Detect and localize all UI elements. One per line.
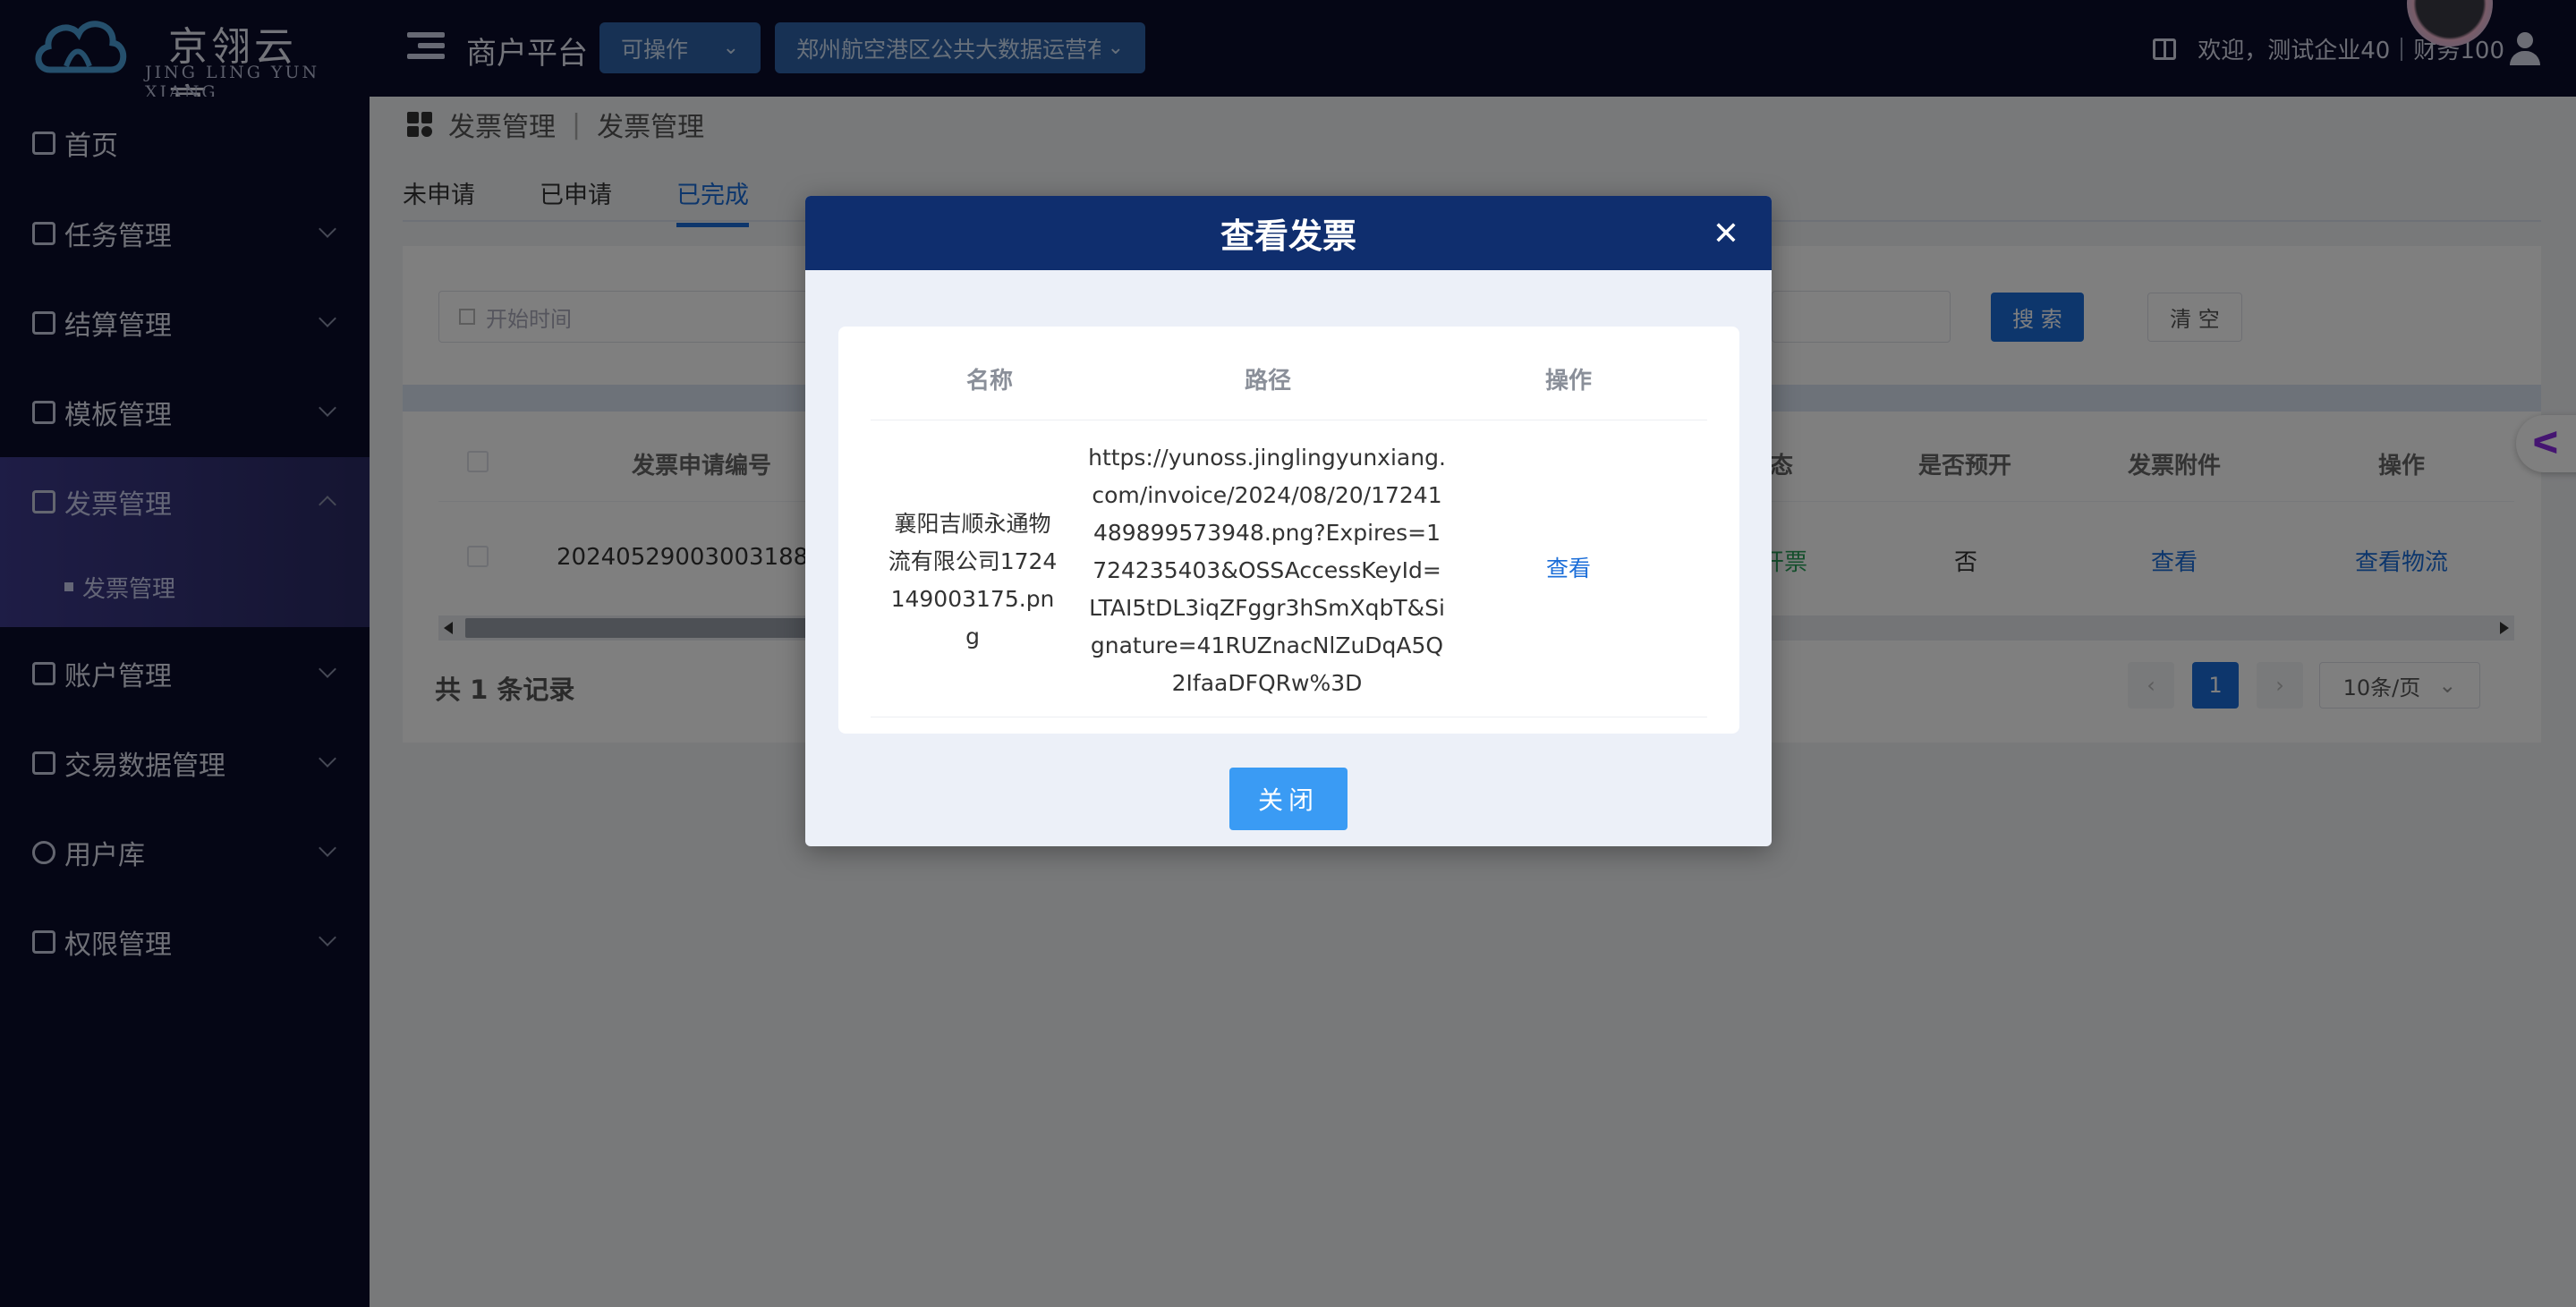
modal-title: 查看发票	[1220, 216, 1356, 256]
file-name-cell: 襄阳吉顺永通物流有限公司1724149003175.png	[888, 511, 1058, 649]
view-file-link[interactable]: 查看	[1515, 550, 1622, 588]
file-path-cell: https://yunoss.jinglingyunxiang.com/invo…	[1088, 445, 1446, 696]
col-path: 路径	[1244, 368, 1291, 395]
close-icon[interactable]: ✕	[1713, 216, 1739, 252]
col-op: 操作	[1544, 368, 1592, 395]
view-invoice-modal: 查看发票 ✕ 名称 路径 操作 襄阳吉顺永通物流有限公司172414900317…	[805, 196, 1772, 846]
col-name: 名称	[965, 368, 1013, 395]
invoice-files-table: 名称 路径 操作 襄阳吉顺永通物流有限公司1724149003175.png h…	[838, 327, 1739, 734]
modal-header: 查看发票 ✕	[805, 196, 1772, 270]
close-button[interactable]: 关闭	[1229, 768, 1348, 830]
